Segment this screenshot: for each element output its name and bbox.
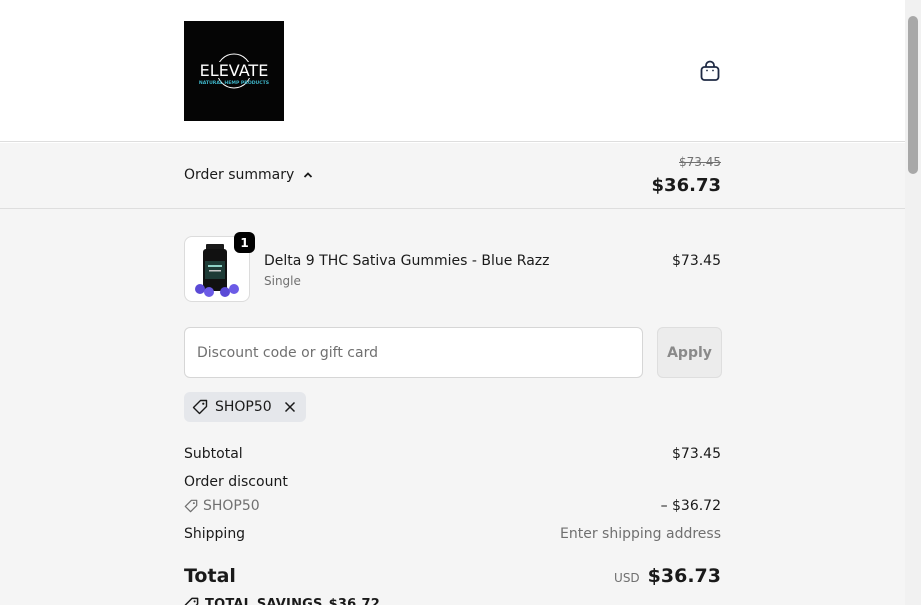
- applied-discount-code: SHOP50: [215, 399, 272, 415]
- cart-button[interactable]: [697, 58, 723, 84]
- total-savings-value: $36.72: [328, 597, 380, 605]
- shipping-value: Enter shipping address: [560, 526, 721, 542]
- total-savings: TOTAL SAVINGS $36.72: [184, 597, 380, 605]
- remove-discount-icon[interactable]: [284, 401, 296, 413]
- tag-icon: [184, 597, 199, 605]
- logo-text: ELEVATE: [200, 61, 269, 80]
- product-name: Delta 9 THC Sativa Gummies - Blue Razz: [264, 253, 550, 269]
- apply-discount-button[interactable]: Apply: [657, 327, 722, 378]
- order-discount-label: Order discount: [184, 474, 288, 490]
- logo-tagline: NATURAL HEMP PRODUCTS: [199, 80, 269, 86]
- total-value-group: USD $36.73: [614, 565, 721, 587]
- checkout-header: ELEVATE NATURAL HEMP PRODUCTS: [0, 0, 905, 142]
- subtotal-value: $73.45: [672, 446, 721, 462]
- currency-code: USD: [614, 571, 640, 585]
- summary-total-price: $36.73: [651, 175, 721, 196]
- chevron-up-icon: [304, 172, 313, 178]
- shopping-bag-icon: [700, 60, 720, 81]
- order-summary-bar: Order summary $73.45 $36.73: [0, 143, 905, 209]
- discount-code-input[interactable]: [184, 327, 643, 378]
- applied-discount-tag: SHOP50: [184, 392, 306, 422]
- total-savings-label: TOTAL SAVINGS: [205, 597, 323, 605]
- scrollbar-thumb[interactable]: [908, 16, 918, 174]
- elevate-logo-graphic: ELEVATE NATURAL HEMP PRODUCTS: [192, 53, 276, 89]
- order-summary-label: Order summary: [184, 167, 295, 183]
- order-summary-toggle[interactable]: Order summary: [184, 167, 314, 183]
- original-price: $73.45: [679, 155, 721, 169]
- tag-icon: [192, 399, 208, 415]
- subtotal-label: Subtotal: [184, 446, 243, 462]
- quantity-badge: 1: [234, 232, 255, 253]
- total-amount: $36.73: [647, 565, 721, 587]
- order-discount-code: SHOP50: [184, 498, 260, 514]
- product-price: $73.45: [672, 253, 721, 269]
- order-discount-code-text: SHOP50: [203, 498, 260, 514]
- page-scrollbar[interactable]: [905, 0, 921, 605]
- shipping-label: Shipping: [184, 526, 246, 542]
- order-discount-value: – $36.72: [660, 498, 721, 514]
- tag-icon: [184, 499, 198, 513]
- store-logo[interactable]: ELEVATE NATURAL HEMP PRODUCTS: [184, 21, 284, 121]
- total-label: Total: [184, 565, 236, 587]
- product-variant: Single: [264, 274, 301, 288]
- order-summary-panel: 1 Delta 9 THC Sativa Gummies - Blue Razz…: [0, 209, 905, 605]
